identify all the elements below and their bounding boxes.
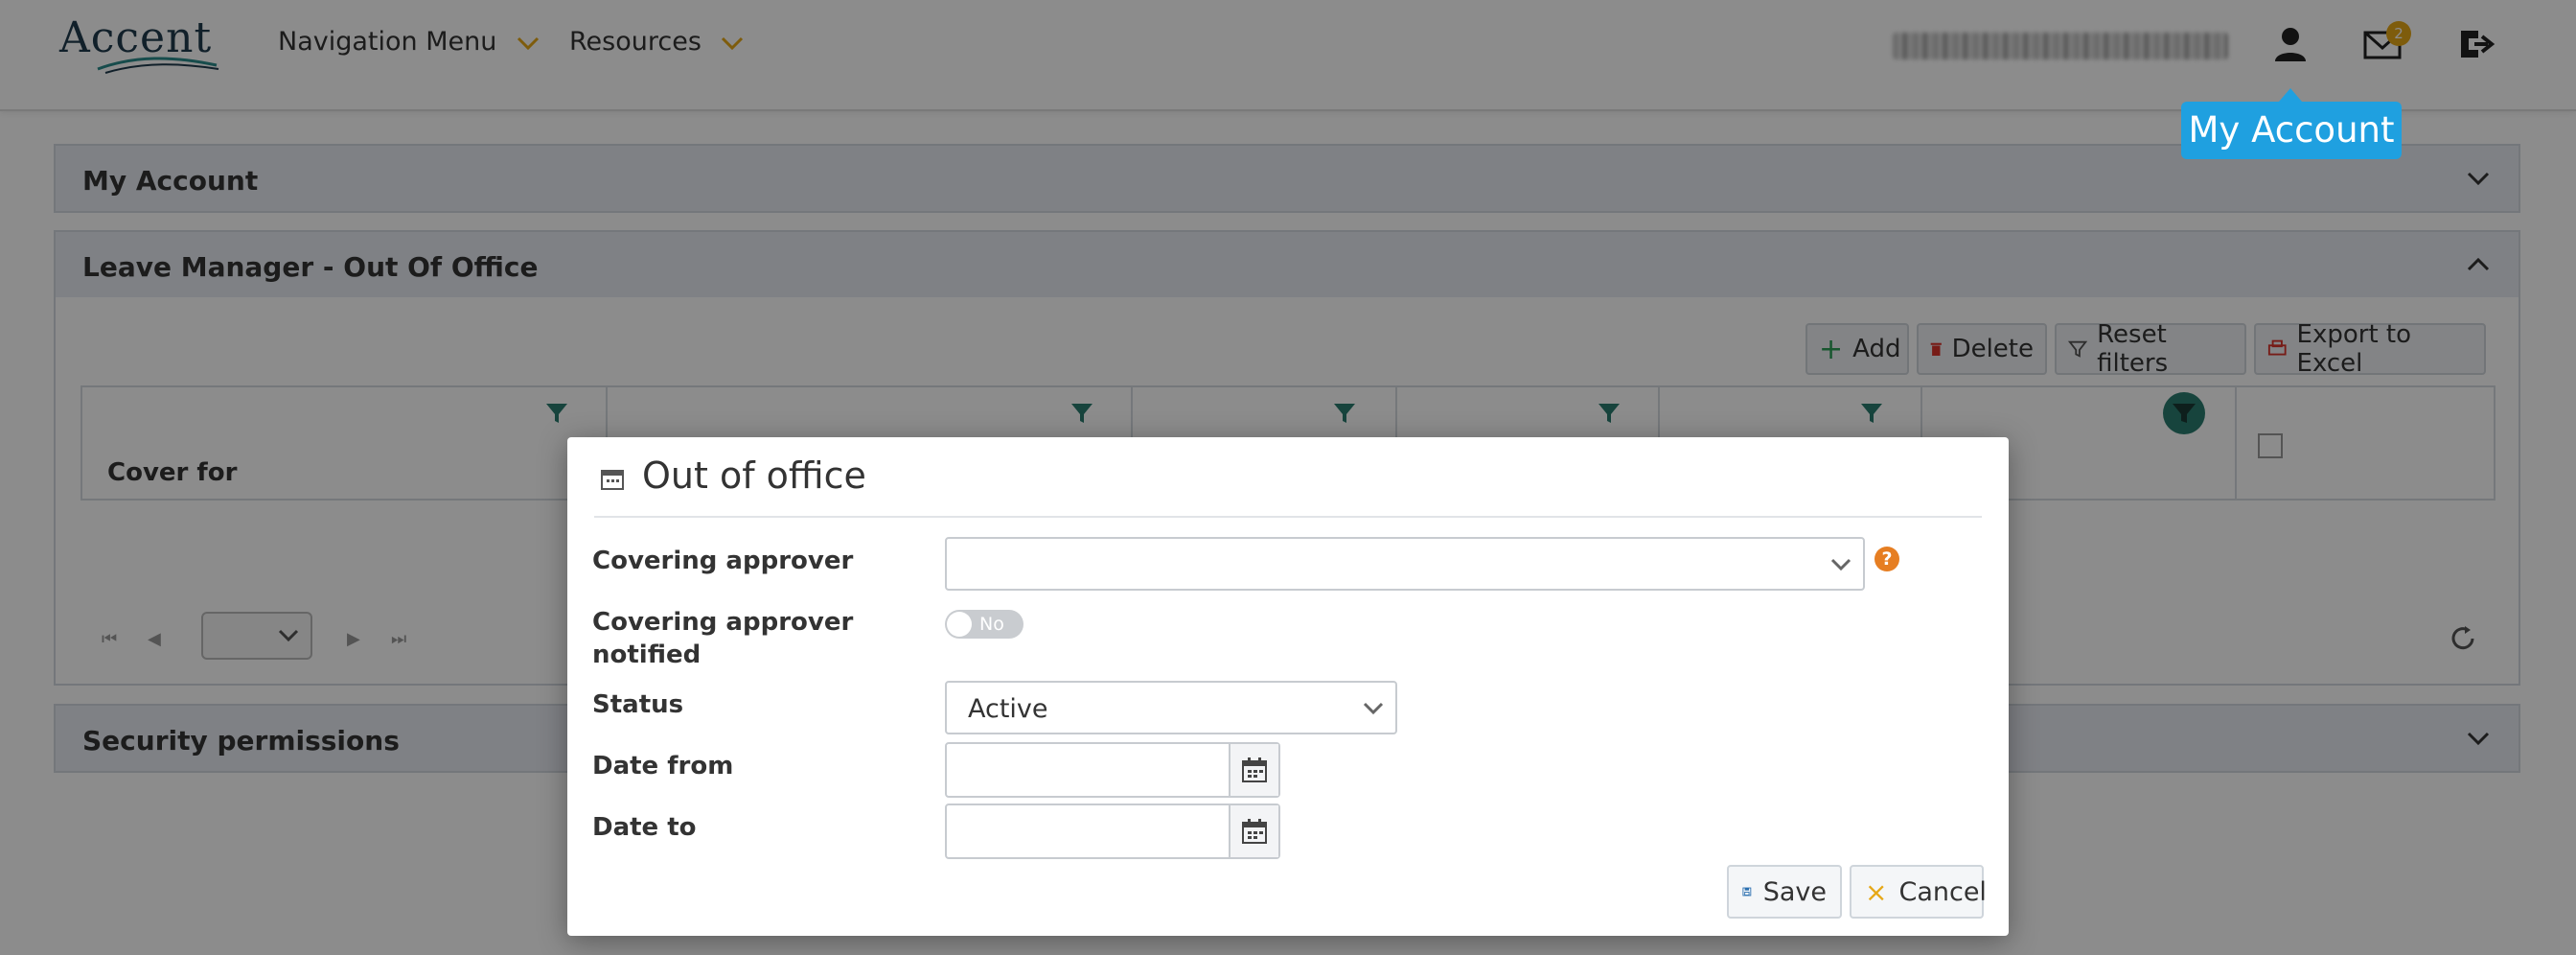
covering-approver-notified-toggle[interactable]: No xyxy=(945,610,1024,639)
covering-approver-label: Covering approver xyxy=(592,547,854,575)
toggle-state-label: No xyxy=(979,614,1004,635)
date-from-picker-button[interactable] xyxy=(1229,744,1278,796)
cancel-button-label: Cancel xyxy=(1898,876,1987,907)
close-icon: × xyxy=(1865,875,1888,908)
my-account-tooltip: My Account xyxy=(2181,102,2402,159)
date-to-label: Date to xyxy=(592,813,697,842)
chevron-down-icon xyxy=(1830,558,1852,571)
toggle-knob xyxy=(947,612,972,637)
status-select[interactable]: Active xyxy=(945,681,1397,734)
calendar-icon xyxy=(1242,757,1267,782)
chevron-down-icon xyxy=(1363,702,1384,715)
help-icon[interactable]: ? xyxy=(1874,547,1899,571)
save-button[interactable]: Save xyxy=(1727,865,1842,919)
cancel-button[interactable]: × Cancel xyxy=(1850,865,1987,919)
calendar-icon xyxy=(1242,819,1267,844)
date-to-picker-button[interactable] xyxy=(1229,805,1278,857)
date-from-label: Date from xyxy=(592,752,734,780)
out-of-office-dialog: Out of office Covering approver ? Coveri… xyxy=(567,437,2009,936)
covering-approver-select[interactable] xyxy=(945,537,1865,591)
tooltip-arrow xyxy=(2279,88,2302,102)
date-from-input[interactable] xyxy=(945,742,1280,798)
calendar-icon xyxy=(601,470,624,490)
date-to-input[interactable] xyxy=(945,804,1280,859)
status-label: Status xyxy=(592,690,684,719)
save-icon xyxy=(1742,887,1752,897)
dialog-title: Out of office xyxy=(642,454,866,497)
save-button-label: Save xyxy=(1762,876,1827,907)
covering-approver-notified-label: Covering approver notified xyxy=(592,608,854,669)
status-value: Active xyxy=(968,694,1048,724)
divider xyxy=(594,516,1982,518)
